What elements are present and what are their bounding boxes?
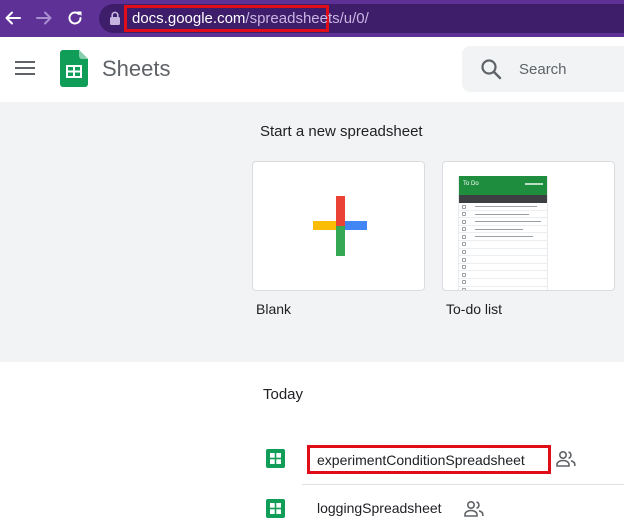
browser-toolbar: docs.google.com/spreadsheets/u/0/ — [0, 0, 624, 37]
people-icon — [556, 450, 576, 467]
checkbox-icon — [462, 250, 466, 255]
checkbox-icon — [462, 280, 466, 285]
checkbox-icon — [462, 242, 466, 247]
todo-thumbnail-row — [459, 264, 547, 272]
todo-thumbnail-rows — [459, 203, 547, 290]
search-input[interactable]: Search — [462, 46, 624, 92]
todo-thumbnail-row — [459, 279, 547, 287]
todo-thumbnail-line — [475, 236, 533, 238]
todo-template-label[interactable]: To-do list — [446, 301, 502, 317]
document-row[interactable]: loggingSpreadsheet — [252, 485, 624, 532]
checkbox-icon — [462, 288, 466, 290]
checkbox-icon — [462, 265, 466, 270]
checkbox-icon — [462, 212, 466, 217]
todo-thumbnail-row — [459, 287, 547, 290]
todo-thumbnail-row — [459, 203, 547, 211]
todo-template-card[interactable]: To Do — [442, 161, 615, 291]
document-name[interactable]: experimentConditionSpreadsheet — [317, 452, 525, 468]
checkbox-icon — [462, 227, 466, 232]
blank-template-label[interactable]: Blank — [256, 301, 291, 317]
todo-thumbnail-title: To Do — [463, 181, 479, 187]
page: docs.google.com/spreadsheets/u/0/ Sheets… — [0, 0, 624, 532]
todo-thumbnail-line — [475, 213, 529, 215]
checkbox-icon — [462, 204, 466, 209]
search-icon — [481, 59, 502, 80]
app-header: Sheets Search — [0, 37, 624, 102]
arrow-left-icon[interactable] — [1, 6, 25, 30]
lock-icon — [110, 11, 120, 25]
url-host: docs.google.com — [132, 10, 246, 27]
todo-thumbnail-meta — [525, 183, 543, 185]
todo-template-thumbnail: To Do — [458, 176, 548, 290]
todo-thumbnail-line — [475, 221, 541, 223]
todo-thumbnail-row — [459, 271, 547, 279]
template-gallery-heading: Start a new spreadsheet — [260, 123, 423, 140]
checkbox-icon — [462, 257, 466, 262]
checkbox-icon — [462, 272, 466, 277]
blank-template-card[interactable] — [252, 161, 425, 291]
todo-thumbnail-row — [459, 218, 547, 226]
todo-thumbnail-line — [475, 206, 537, 207]
people-icon — [464, 500, 484, 517]
checkbox-icon — [462, 234, 466, 239]
sheets-logo-icon[interactable] — [60, 50, 88, 87]
sheets-file-icon — [266, 499, 285, 518]
document-name[interactable]: loggingSpreadsheet — [317, 500, 442, 516]
url-highlight-box: docs.google.com/spreadsheets/u/0/ — [124, 5, 369, 32]
todo-thumbnail-banner: To Do — [459, 176, 547, 195]
sheets-file-icon — [266, 449, 285, 468]
url-path: /spreadsheets/u/0/ — [245, 10, 369, 27]
todo-thumbnail-row — [459, 249, 547, 257]
todo-thumbnail-row — [459, 256, 547, 264]
checkbox-icon — [462, 219, 466, 224]
template-gallery: Start a new spreadsheet Blank To Do To-d — [0, 102, 624, 362]
arrow-right-icon[interactable] — [32, 6, 56, 30]
hamburger-menu-icon[interactable] — [15, 59, 37, 79]
search-placeholder: Search — [519, 61, 567, 78]
document-name-highlight-box: experimentConditionSpreadsheet — [307, 445, 551, 474]
todo-thumbnail-line — [475, 228, 523, 230]
reload-icon[interactable] — [63, 6, 87, 30]
app-title[interactable]: Sheets — [102, 56, 171, 82]
document-row[interactable]: experimentConditionSpreadsheet — [252, 435, 624, 483]
recent-section-heading: Today — [263, 386, 304, 403]
address-bar[interactable]: docs.google.com/spreadsheets/u/0/ — [99, 4, 624, 33]
plus-icon — [313, 196, 367, 256]
todo-thumbnail-column-header — [459, 195, 547, 203]
todo-thumbnail-row — [459, 226, 547, 234]
todo-thumbnail-row — [459, 211, 547, 219]
todo-thumbnail-row — [459, 241, 547, 249]
todo-thumbnail-row — [459, 233, 547, 241]
